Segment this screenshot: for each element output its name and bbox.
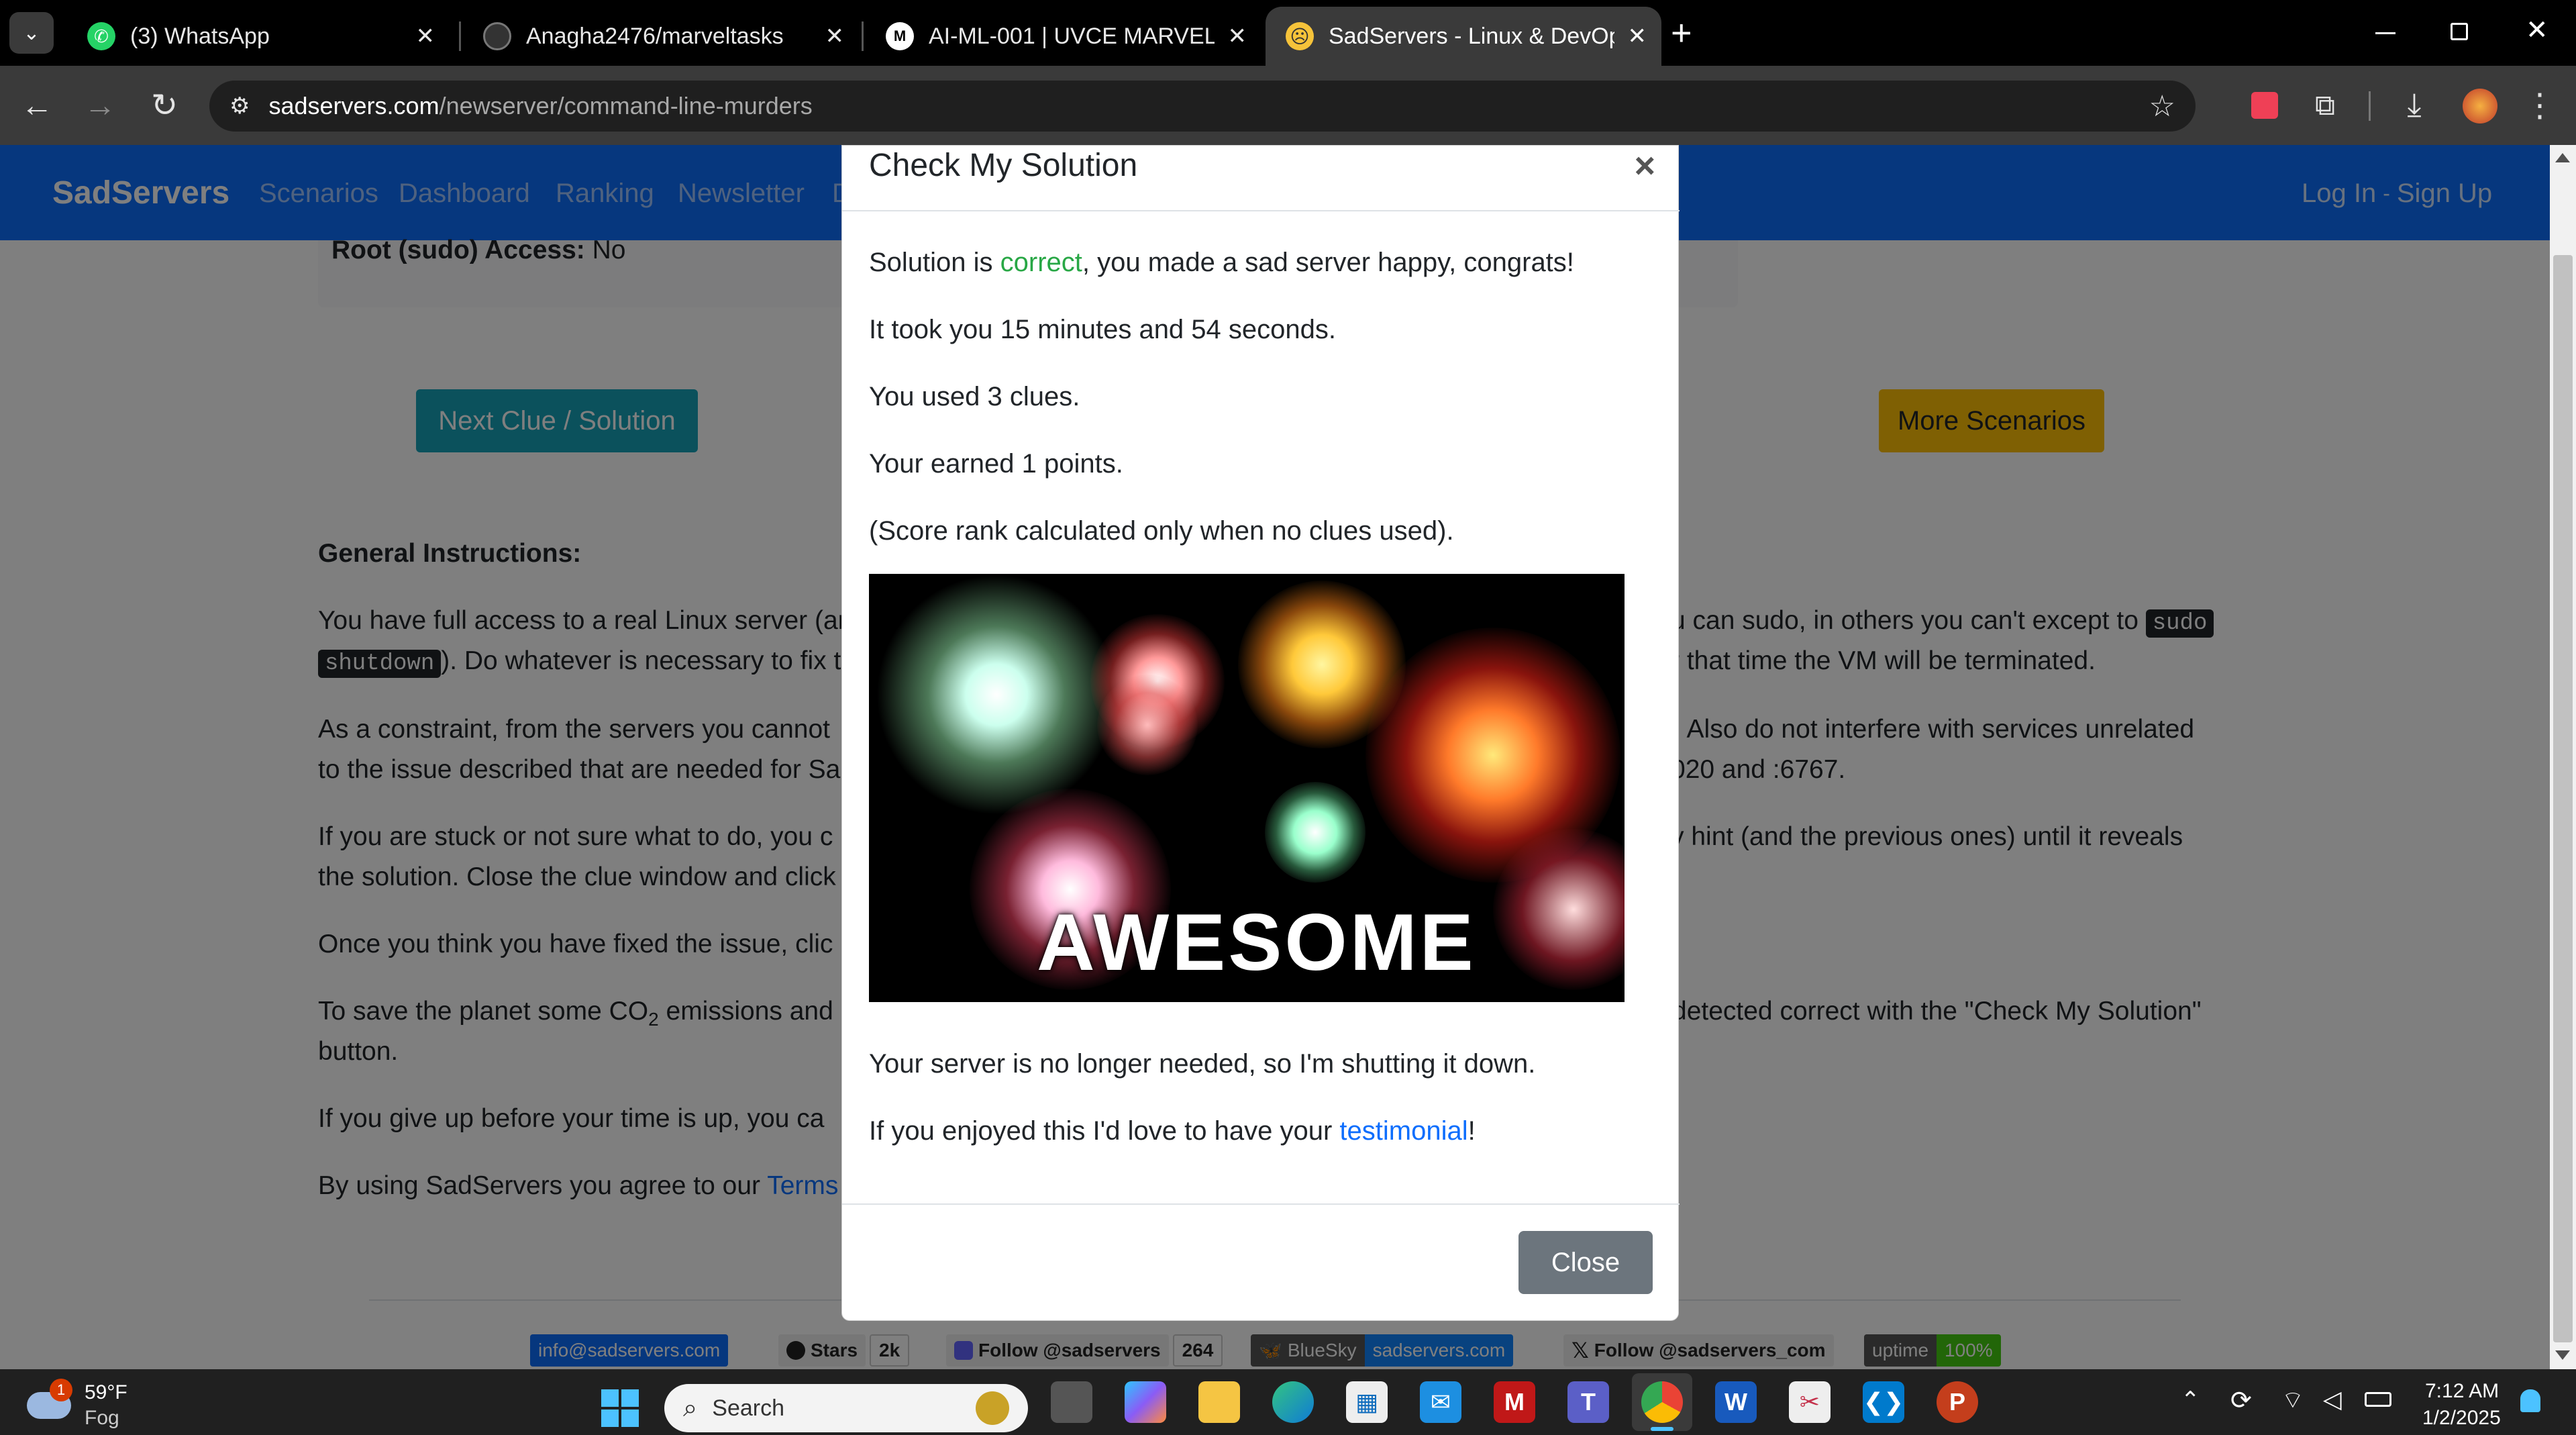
back-icon[interactable]: ←: [13, 82, 60, 129]
mcafee-icon[interactable]: M: [1494, 1381, 1535, 1423]
volume-icon[interactable]: ◁: [2323, 1385, 2342, 1414]
firework-burst: [876, 574, 1117, 815]
start-tile: [621, 1389, 639, 1407]
close-icon[interactable]: ✕: [825, 23, 845, 50]
new-tab-button[interactable]: +: [1671, 12, 1692, 54]
status-correct: correct: [1000, 248, 1082, 277]
notification-bell-icon[interactable]: [2520, 1389, 2540, 1412]
firework-burst: [1265, 782, 1366, 883]
snipping-tool-icon[interactable]: ✂: [1789, 1381, 1831, 1423]
tab-search-button[interactable]: ⌄: [9, 12, 54, 54]
awesome-text: AWESOME: [1037, 897, 1476, 987]
chevron-down-icon: ⌄: [23, 21, 40, 44]
whatsapp-icon: ✆: [87, 22, 115, 50]
tab-label: AI-ML-001 | UVCE MARVEL: [929, 23, 1215, 49]
solution-status-line: Solution is correct, you made a sad serv…: [869, 244, 1574, 281]
status-prefix: Solution is: [869, 248, 1000, 277]
tab-separator: [862, 21, 864, 51]
clock-time[interactable]: 7:12 AM: [2425, 1380, 2499, 1403]
modal-close-icon[interactable]: ×: [1634, 146, 1655, 186]
minimize-icon[interactable]: [2375, 32, 2395, 34]
bookmark-star-icon[interactable]: ☆: [2149, 89, 2175, 123]
testimonial-link[interactable]: testimonial: [1339, 1116, 1467, 1146]
start-tile: [601, 1409, 619, 1427]
tab-whatsapp[interactable]: ✆ (3) WhatsApp ✕: [67, 7, 450, 66]
mail-icon[interactable]: ✉: [1420, 1381, 1461, 1423]
weather-widget[interactable]: 1 59°F Fog: [27, 1379, 148, 1430]
store-icon[interactable]: ▦: [1346, 1381, 1388, 1423]
taskbar-search[interactable]: ⌕ Search: [664, 1384, 1028, 1432]
testimonial-prefix: If you enjoyed this I'd love to have you…: [869, 1116, 1340, 1146]
clues-used: You used 3 clues.: [869, 382, 1080, 411]
word-icon[interactable]: W: [1715, 1381, 1757, 1423]
modal-header: Check My Solution ×: [842, 146, 1680, 211]
teams-icon[interactable]: T: [1567, 1381, 1609, 1423]
chrome-icon[interactable]: [1641, 1381, 1683, 1423]
start-tile: [601, 1389, 619, 1407]
url-path: /newserver/command-line-murders: [439, 92, 813, 119]
close-icon[interactable]: ✕: [416, 23, 435, 50]
tab-marvel[interactable]: M AI-ML-001 | UVCE MARVEL ✕: [866, 7, 1261, 66]
points-earned: Your earned 1 points.: [869, 449, 1123, 479]
start-tile: [621, 1409, 639, 1427]
window-close-icon[interactable]: ✕: [2526, 15, 2548, 46]
toolbar-divider: [2369, 91, 2371, 121]
tab-github[interactable]: Anagha2476/marveltasks ✕: [463, 7, 859, 66]
tab-separator: [459, 21, 461, 51]
restore-icon[interactable]: [2451, 23, 2468, 40]
clock-date[interactable]: 1/2/2025: [2422, 1407, 2501, 1430]
search-placeholder: Search: [712, 1395, 785, 1421]
tray-overflow-icon[interactable]: ⌃: [2181, 1387, 2200, 1414]
url-host: sadservers.com: [268, 92, 440, 119]
tab-sadservers[interactable]: ☹ SadServers - Linux & DevOps Tr ✕: [1266, 7, 1661, 66]
powerpoint-icon[interactable]: P: [1937, 1381, 1978, 1423]
shutdown-note: Your server is no longer needed, so I'm …: [869, 1049, 1536, 1079]
check-solution-modal: Check My Solution × Solution is correct,…: [841, 145, 1680, 1321]
windows-start-icon[interactable]: [601, 1389, 639, 1427]
scrollbar-thumb[interactable]: [2553, 255, 2573, 1342]
edge-icon[interactable]: [1272, 1381, 1314, 1423]
search-highlight-icon: [976, 1391, 1009, 1425]
copilot-icon[interactable]: [1125, 1381, 1166, 1423]
forward-icon[interactable]: →: [76, 82, 123, 129]
site-info-icon[interactable]: ⚙: [229, 93, 250, 119]
tab-label: Anagha2476/marveltasks: [526, 23, 784, 49]
testimonial-suffix: !: [1467, 1116, 1476, 1146]
download-icon[interactable]: ⤓: [2391, 82, 2438, 129]
tab-label: (3) WhatsApp: [130, 23, 270, 49]
scroll-up-arrow[interactable]: [2555, 153, 2570, 162]
reload-icon[interactable]: ↻: [141, 82, 188, 129]
scroll-down-arrow[interactable]: [2555, 1350, 2570, 1360]
wifi-icon[interactable]: ⌔: [2281, 1385, 2304, 1416]
weather-notification-badge: 1: [50, 1379, 72, 1401]
score-rank-note: (Score rank calculated only when no clue…: [869, 516, 1454, 546]
task-view-icon[interactable]: [1051, 1381, 1092, 1423]
modal-title: Check My Solution: [869, 148, 1138, 183]
close-icon[interactable]: ✕: [1628, 23, 1647, 50]
marvel-icon: M: [886, 22, 914, 50]
active-app-indicator: [1651, 1427, 1673, 1431]
tab-label: SadServers - Linux & DevOps Tr: [1329, 23, 1614, 49]
github-icon: [483, 22, 511, 50]
close-icon[interactable]: ✕: [1228, 23, 1247, 50]
sadservers-icon: ☹: [1286, 22, 1314, 50]
testimonial-line: If you enjoyed this I'd love to have you…: [869, 1112, 1476, 1150]
time-taken: It took you 15 minutes and 54 seconds.: [869, 315, 1336, 344]
search-icon: ⌕: [683, 1393, 698, 1422]
weather-temp: 59°F: [85, 1381, 127, 1403]
weather-desc: Fog: [85, 1407, 119, 1429]
extensions-icon[interactable]: ⧉: [2302, 82, 2349, 129]
file-explorer-icon[interactable]: [1198, 1381, 1240, 1423]
profile-avatar[interactable]: [2463, 89, 2497, 123]
address-bar[interactable]: ⚙ sadservers.com/newserver/command-line-…: [209, 81, 2196, 132]
pocket-extension-icon[interactable]: [2241, 82, 2288, 129]
awesome-fireworks-image: AWESOME: [869, 574, 1625, 1002]
sync-icon[interactable]: ⟳: [2230, 1385, 2252, 1416]
status-suffix: , you made a sad server happy, congrats!: [1082, 248, 1574, 277]
vscode-icon[interactable]: ❮❯: [1863, 1381, 1904, 1423]
menu-icon[interactable]: ⋮: [2516, 82, 2563, 129]
modal-close-button[interactable]: Close: [1518, 1231, 1653, 1294]
firework-burst: [1097, 675, 1198, 775]
battery-icon[interactable]: [2365, 1392, 2391, 1407]
